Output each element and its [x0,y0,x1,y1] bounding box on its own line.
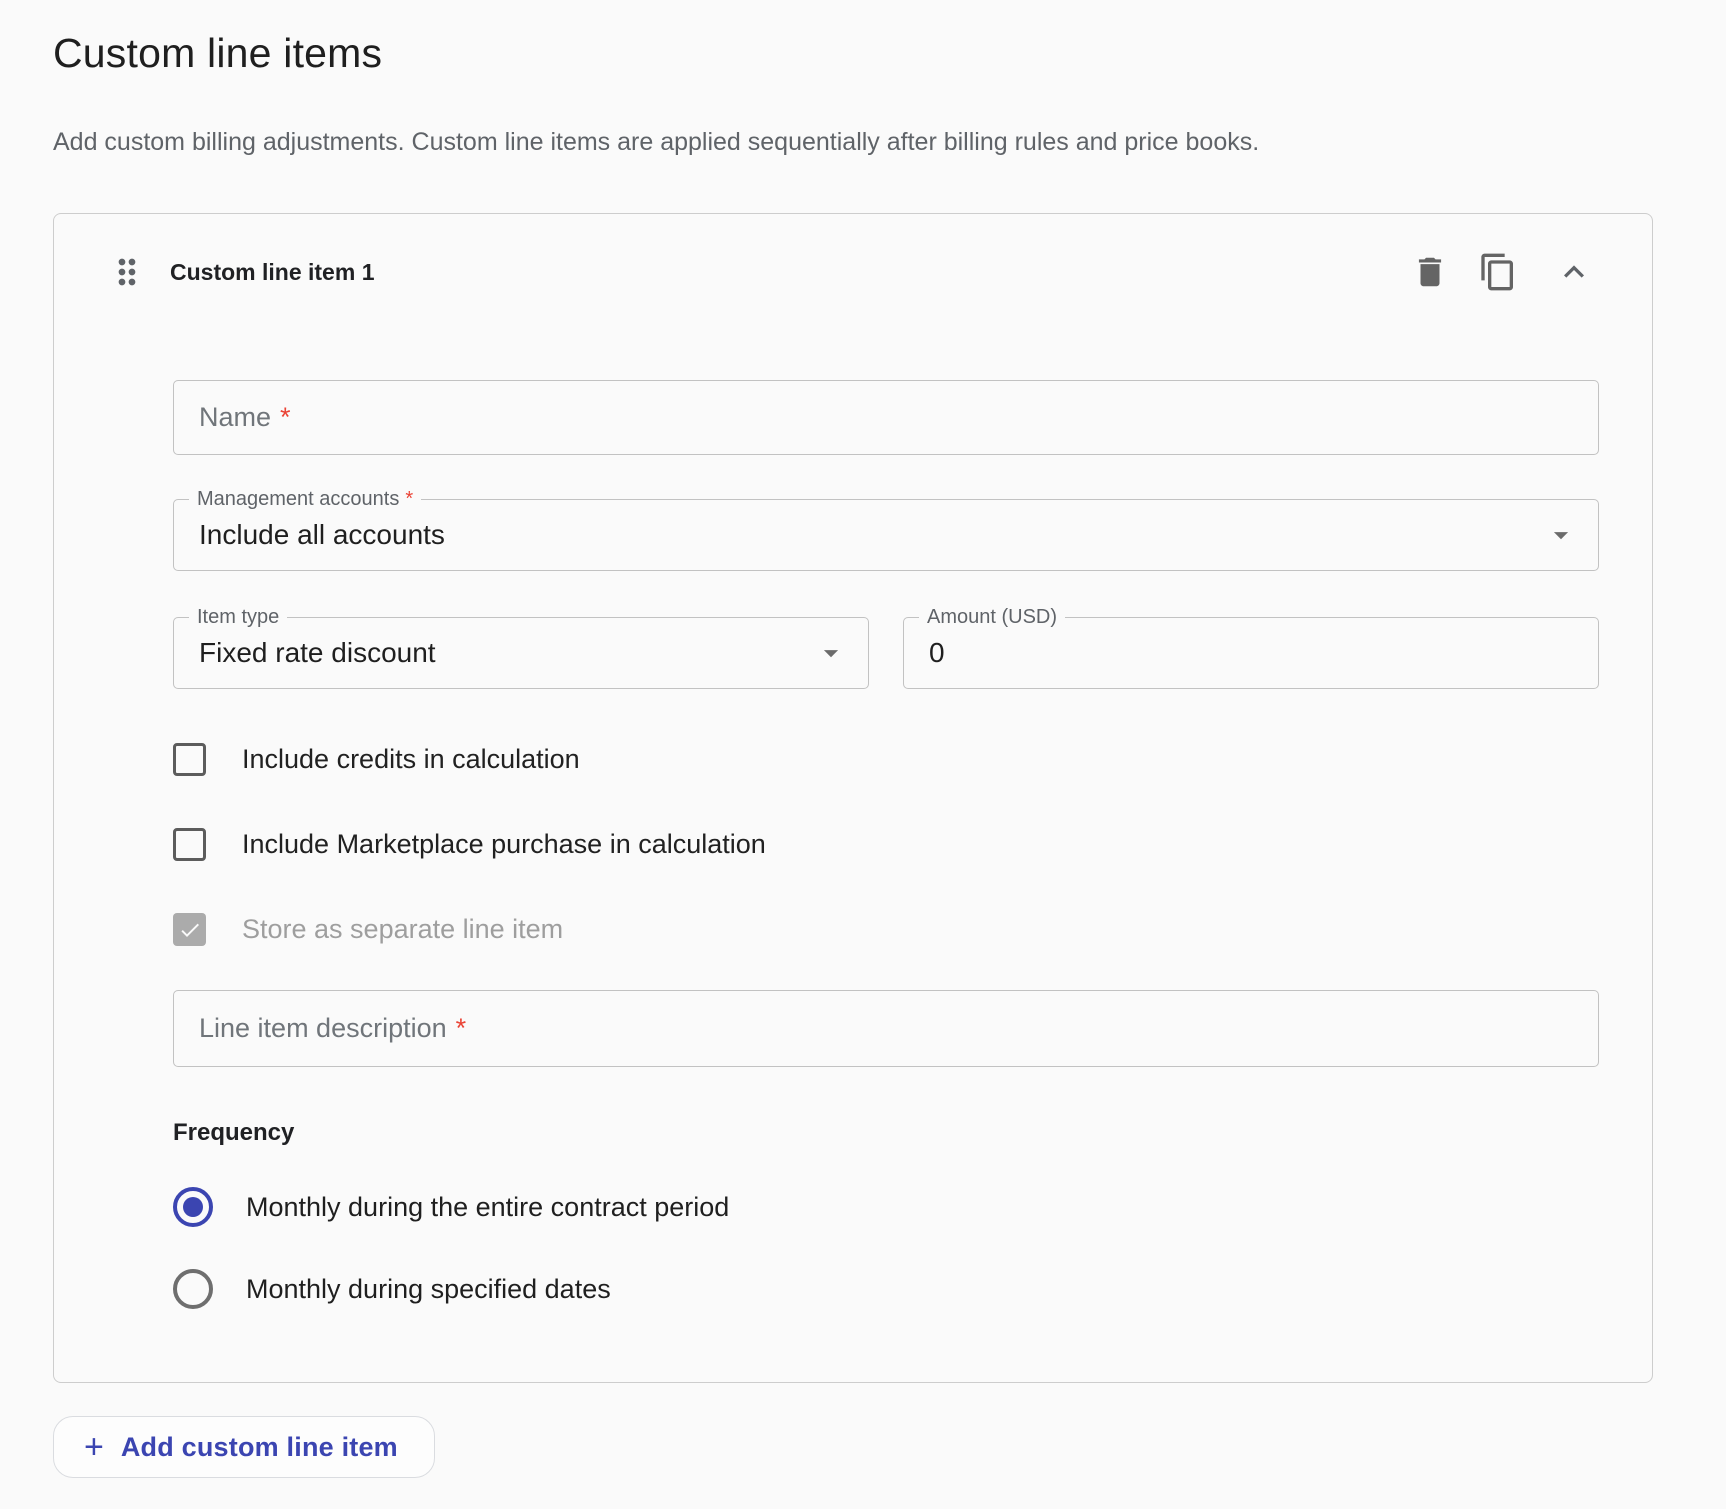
plus-icon: + [84,1430,104,1464]
amount-input[interactable]: Amount (USD) 0 [903,617,1599,689]
required-asterisk: * [456,1013,467,1044]
card-header: Custom line item 1 [54,244,1652,300]
radio-unselected-icon[interactable] [173,1269,213,1309]
description-placeholder: Line item description [199,1013,447,1044]
line-item-description-input[interactable]: Line item description * [173,990,1599,1067]
radio-selected-icon[interactable] [173,1187,213,1227]
checkbox-include-credits[interactable]: Include credits in calculation [173,743,1599,776]
drag-indicator-icon [107,252,147,292]
duplicate-button[interactable] [1475,249,1521,295]
delete-icon [1411,253,1449,291]
card-body: Name * Management accounts* Include all … [54,380,1652,1309]
checkbox-label[interactable]: Include Marketplace purchase in calculat… [242,829,766,860]
checkbox-label: Store as separate line item [242,914,563,945]
chevron-up-icon [1554,252,1594,292]
required-asterisk: * [280,402,291,433]
drag-handle[interactable] [104,249,150,295]
frequency-label: Frequency [173,1119,1599,1147]
collapse-button[interactable] [1551,249,1597,295]
line-item-card: Custom line item 1 Name * [53,213,1653,1383]
management-accounts-label-text: Management accounts [197,488,399,510]
name-input[interactable]: Name * [173,380,1599,455]
arrow-drop-down-icon [1544,518,1578,552]
amount-label: Amount (USD) [919,604,1065,630]
add-button-label: Add custom line item [121,1432,398,1463]
checkbox-group: Include credits in calculation Include M… [173,743,1599,946]
required-asterisk: * [405,488,413,510]
amount-value: 0 [929,637,945,669]
radio-label[interactable]: Monthly during the entire contract perio… [246,1192,729,1223]
checkbox-include-marketplace[interactable]: Include Marketplace purchase in calculat… [173,828,1599,861]
add-custom-line-item-button[interactable]: + Add custom line item [53,1416,435,1478]
checkbox-unchecked-icon[interactable] [173,743,206,776]
page-subtitle: Add custom billing adjustments. Custom l… [53,128,1726,157]
management-accounts-value: Include all accounts [199,519,445,551]
item-type-amount-row: Item type Fixed rate discount Amount (US… [173,617,1599,689]
arrow-drop-down-icon [814,636,848,670]
management-accounts-label: Management accounts * [189,486,421,512]
page-title: Custom line items [53,30,1726,77]
card-title: Custom line item 1 [170,259,374,286]
radio-label[interactable]: Monthly during specified dates [246,1274,611,1305]
name-placeholder: Name [199,402,271,433]
custom-line-items-page: Custom line items Add custom billing adj… [0,0,1726,1478]
checkbox-unchecked-icon[interactable] [173,828,206,861]
item-type-select[interactable]: Item type Fixed rate discount [173,617,869,689]
radio-monthly-entire-contract[interactable]: Monthly during the entire contract perio… [173,1187,1599,1227]
item-type-value: Fixed rate discount [199,637,436,669]
checkbox-checked-icon [173,913,206,946]
radio-dot [183,1197,203,1217]
management-accounts-select[interactable]: Management accounts* Include all account… [173,499,1599,571]
radio-monthly-specified-dates[interactable]: Monthly during specified dates [173,1269,1599,1309]
item-type-label: Item type [189,604,287,630]
delete-button[interactable] [1407,249,1453,295]
duplicate-icon [1478,252,1518,292]
checkbox-store-separate: Store as separate line item [173,913,1599,946]
checkbox-label[interactable]: Include credits in calculation [242,744,580,775]
